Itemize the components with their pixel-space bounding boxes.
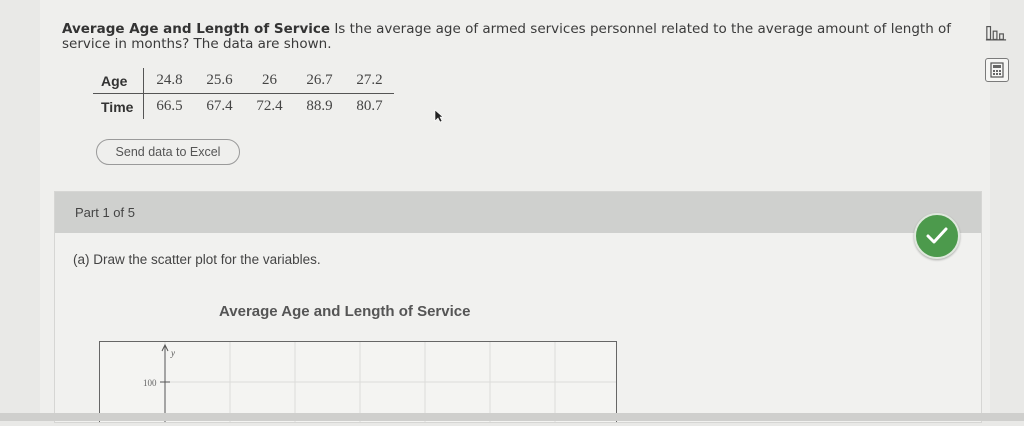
question-text: Average Age and Length of Service Is the… (62, 22, 967, 52)
bar-chart-icon[interactable] (985, 22, 1007, 44)
table-row-age: Age 24.8 25.6 26 26.7 27.2 (93, 68, 395, 94)
bottom-bar (0, 413, 1024, 421)
time-value: 66.5 (156, 98, 183, 114)
mouse-cursor-icon (434, 108, 444, 127)
age-value: 26.7 (294, 68, 345, 94)
row-label-age: Age (93, 68, 145, 94)
calculator-icon[interactable] (985, 58, 1009, 82)
part-label: Part 1 of 5 (75, 205, 135, 220)
chart-title: Average Age and Length of Service (219, 303, 471, 320)
y-tick-label: 100 (143, 378, 157, 388)
age-value: 25.6 (194, 68, 245, 94)
scatter-plot-area[interactable]: y 100 (99, 341, 617, 422)
send-to-excel-button[interactable]: Send data to Excel (96, 139, 240, 165)
time-value: 67.4 (206, 98, 233, 114)
part-header: Part 1 of 5 (55, 192, 981, 233)
part-prompt: (a) Draw the scatter plot for the variab… (73, 252, 321, 267)
time-value: 80.7 (356, 98, 383, 114)
time-value: 72.4 (256, 98, 283, 114)
side-tools (985, 22, 1015, 96)
checkmark-icon (914, 213, 960, 259)
table-row-time: Time 66.5 67.4 72.4 88.9 80.7 (93, 93, 394, 119)
y-axis-label: y (170, 348, 175, 358)
age-value: 26 (244, 68, 295, 94)
question-title: Average Age and Length of Service (62, 21, 331, 37)
time-value: 88.9 (306, 98, 333, 114)
data-table: Age 24.8 25.6 26 26.7 27.2 Time 66.5 67.… (93, 68, 395, 119)
age-value: 24.8 (143, 68, 195, 94)
plot-svg: y 100 (143, 342, 616, 422)
row-label-time: Time (93, 93, 145, 119)
age-value: 27.2 (344, 68, 395, 94)
